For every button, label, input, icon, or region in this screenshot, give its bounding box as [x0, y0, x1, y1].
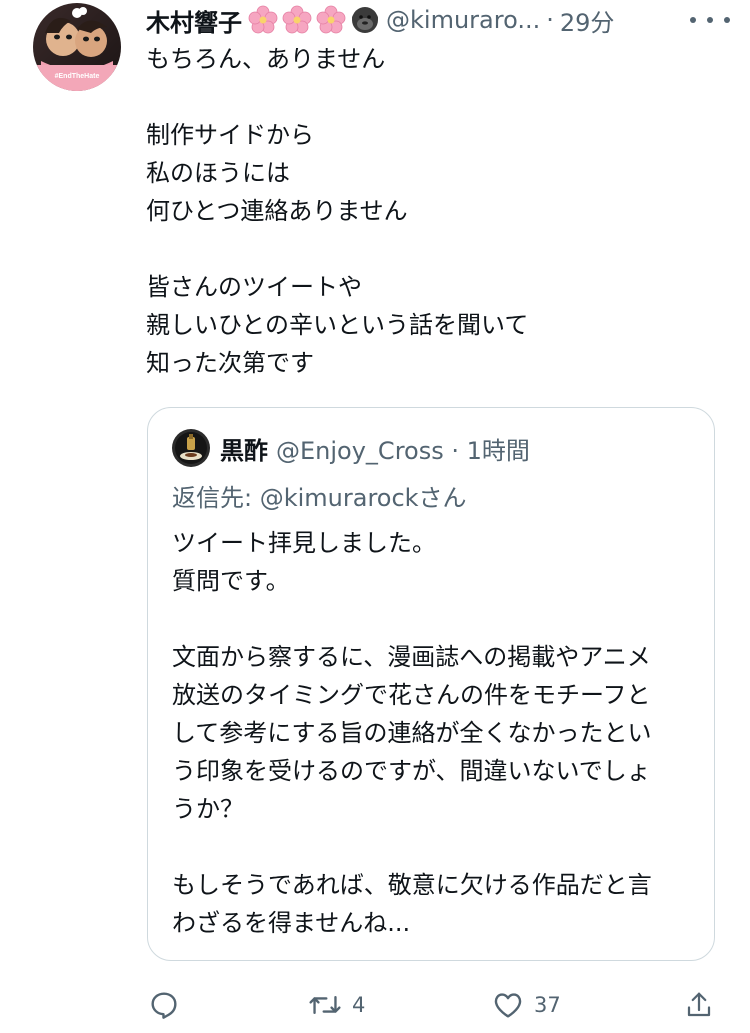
cherry-blossom-icon	[316, 5, 346, 34]
more-options-icon[interactable]	[690, 6, 730, 34]
retweet-count: 4	[352, 993, 366, 1017]
avatar-image: #EndTheHate	[33, 3, 121, 91]
name-emojis	[248, 5, 380, 35]
tweet-line: 親しいひとの辛いという話を聞いて	[146, 311, 529, 339]
tweet-header: 木村響子 @kimuraro... · 29分	[146, 0, 746, 40]
avatar-badge-text: #EndTheHate	[55, 73, 100, 80]
quoted-tweet-card[interactable]: 黒酢 @Enjoy_Cross · 1時間 返信先: @kimurarockさん…	[147, 407, 715, 961]
like-button[interactable]: 37	[492, 985, 561, 1025]
gorilla-icon	[352, 7, 378, 33]
quote-display-name: 黒酢	[220, 436, 268, 465]
like-count: 37	[534, 993, 561, 1017]
separator-dot: ·	[546, 6, 554, 34]
tweet-line: 知った次第です	[146, 349, 314, 377]
cherry-blossom-icon	[248, 5, 278, 34]
tweet-line: 私のほうには	[146, 159, 290, 187]
avatar[interactable]: #EndTheHate	[33, 3, 121, 91]
heart-icon	[494, 993, 522, 1018]
cherry-blossom-icon	[282, 5, 312, 34]
share-icon	[687, 992, 711, 1017]
quote-line: 放送のタイミングで花さんの件をモチーフと	[172, 681, 651, 709]
tweet-line: 皆さんのツイートや	[146, 273, 362, 301]
quote-line: もしそうであれば、敬意に欠ける作品だと言	[172, 871, 652, 899]
display-name[interactable]: 木村響子	[146, 3, 242, 38]
tweet-line: 制作サイドから	[146, 121, 314, 149]
reply-button[interactable]	[148, 985, 190, 1025]
tweet-line: 何ひとつ連絡ありません	[146, 197, 408, 225]
share-button[interactable]	[684, 985, 724, 1025]
quote-line: わざるを得ませんね...	[172, 909, 411, 937]
quote-handle-meta: @Enjoy_Cross · 1時間	[276, 436, 530, 465]
quote-line: 文面から察するに、漫画誌への掲載やアニメ	[172, 643, 651, 671]
quote-line: して参考にする旨の連絡が全くなかったとい	[172, 719, 652, 747]
quote-line: ツイート拝見しました。	[172, 529, 436, 557]
quote-line: うか？	[172, 795, 244, 823]
retweet-button[interactable]: 4	[308, 985, 365, 1025]
tweet-line: もちろん、ありません	[146, 45, 386, 73]
action-bar: 4 37	[0, 985, 750, 1025]
reply-icon	[151, 992, 177, 1019]
quote-header: 黒酢 @Enjoy_Cross · 1時間	[220, 430, 530, 466]
quote-avatar	[172, 429, 210, 467]
handle[interactable]: @kimuraro...	[386, 6, 540, 34]
reply-to-label: 返信先: @kimurarockさん	[172, 484, 467, 512]
quote-line: う印象を受けるのですが、間違いないでしょ	[172, 757, 651, 785]
quote-text: ツイート拝見しました。 質問です。 文面から察するに、漫画誌への掲載やアニメ 放…	[172, 524, 712, 942]
tweet-text: もちろん、ありません 制作サイドから 私のほうには 何ひとつ連絡ありません 皆さ…	[146, 40, 726, 382]
quote-avatar-image	[172, 429, 210, 467]
timestamp[interactable]: 29分	[560, 3, 615, 38]
quote-line: 質問です。	[172, 567, 290, 595]
retweet-icon	[309, 995, 341, 1015]
